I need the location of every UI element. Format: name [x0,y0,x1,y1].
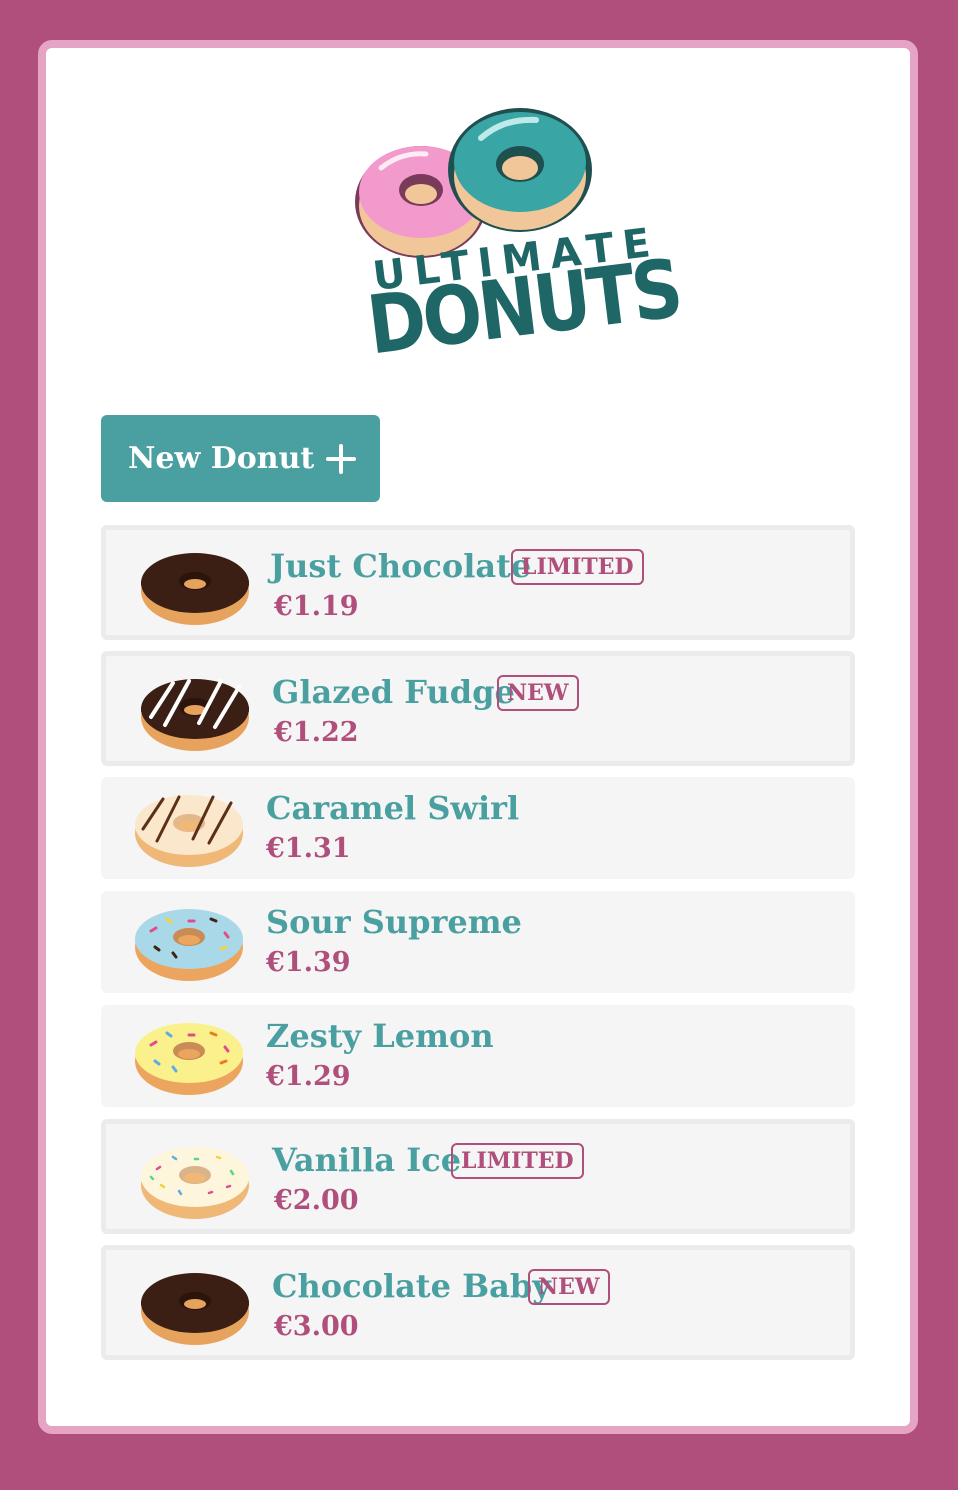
list-item[interactable]: Glazed Fudge NEW €1.22 [101,651,855,766]
donut-icon [135,909,243,981]
item-name: Caramel Swirl [266,789,520,827]
list-item[interactable]: Zesty Lemon €1.29 [101,1005,855,1107]
item-price: €1.31 [266,833,351,864]
status-badge: LIMITED [451,1143,584,1179]
item-price: €3.00 [274,1311,359,1342]
item-price: €2.00 [274,1185,359,1216]
item-price: €1.29 [266,1061,351,1092]
new-donut-button[interactable]: New Donut [101,415,380,502]
plus-icon [326,443,357,474]
donut-icon [141,553,249,625]
list-item[interactable]: Just Chocolate LIMITED €1.19 [101,525,855,640]
list-item[interactable]: Caramel Swirl €1.31 [101,777,855,879]
ultimate-donuts-logo: ULTIMATE DONUTS [346,106,685,373]
item-price: €1.22 [274,717,359,748]
donut-icon [141,679,249,751]
menu-card: ULTIMATE DONUTS New Donut Just Chocolate… [38,40,918,1434]
donut-icon [141,1273,249,1345]
item-name: Sour Supreme [266,903,522,941]
item-name: Glazed Fudge [272,673,515,711]
item-price: €1.39 [266,947,351,978]
list-item[interactable]: Chocolate Baby NEW €3.00 [101,1245,855,1360]
item-price: €1.19 [274,591,359,622]
status-badge: NEW [497,675,579,711]
status-badge: LIMITED [511,549,644,585]
item-name: Just Chocolate [270,547,532,585]
new-donut-label: New Donut [128,441,315,476]
donut-icon [135,1023,243,1095]
donut-icon [141,1147,249,1219]
item-name: Vanilla Ice [272,1141,462,1179]
donut-icon [135,795,243,867]
item-name: Zesty Lemon [266,1017,494,1055]
status-badge: NEW [528,1269,610,1305]
item-name: Chocolate Baby [272,1267,551,1305]
list-item[interactable]: Vanilla Ice LIMITED €2.00 [101,1119,855,1234]
list-item[interactable]: Sour Supreme €1.39 [101,891,855,993]
